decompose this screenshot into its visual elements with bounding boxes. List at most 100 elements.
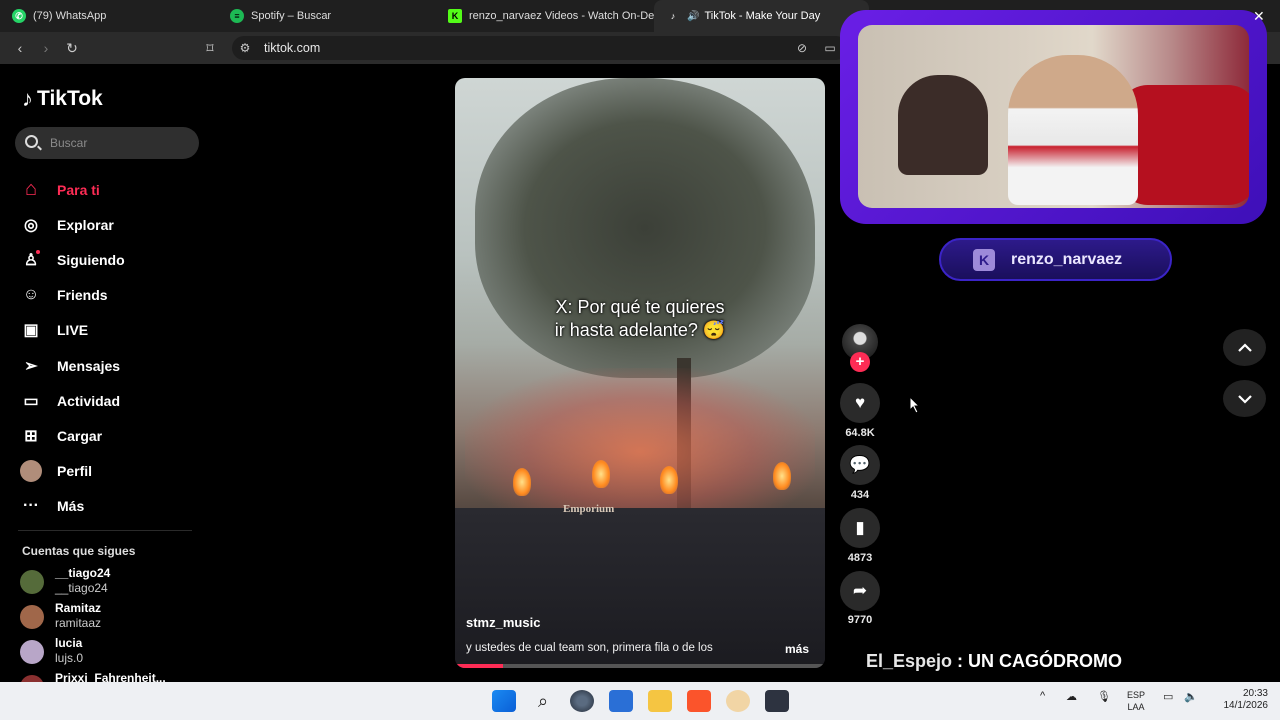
caption-line: ir hasta adelante? 😴: [554, 320, 726, 340]
bookmark-icon: ▮: [855, 518, 865, 537]
save-count: 4873: [847, 552, 873, 564]
store-icon[interactable]: [609, 690, 633, 712]
sidebar-divider: [18, 530, 192, 531]
windows-start-icon[interactable]: [492, 690, 516, 712]
tab-spotify[interactable]: ≡ Spotify – Buscar: [218, 0, 436, 32]
share-button[interactable]: ➦: [840, 571, 880, 611]
sidebar-item-label: Cargar: [57, 427, 103, 444]
following-account-item[interactable]: Ramitaz ramitaaz: [20, 601, 200, 633]
upload-icon: ⊞: [24, 427, 38, 445]
sidebar-item-actividad[interactable]: ▭ Actividad: [20, 383, 200, 418]
back-icon[interactable]: ‹: [10, 38, 30, 58]
chat-username: El_Espejo: [866, 651, 953, 671]
follow-button[interactable]: +: [850, 352, 870, 372]
messages-icon: ➢: [24, 357, 38, 375]
previous-video-button[interactable]: [1223, 329, 1266, 366]
sidebar-item-perfil[interactable]: Perfil: [20, 454, 200, 489]
following-account-item[interactable]: Prixxi_Fahrenheit...: [20, 671, 200, 682]
following-account-item[interactable]: __tiago24 __tiago24: [20, 566, 200, 598]
url-field[interactable]: [232, 36, 848, 60]
activity-icon: ▭: [23, 392, 39, 410]
heart-icon: ♥: [854, 393, 866, 412]
chevron-up-icon[interactable]: ^: [1040, 690, 1045, 702]
forward-icon[interactable]: ›: [36, 38, 56, 58]
chevron-up-icon: [1237, 342, 1252, 352]
obs-icon[interactable]: [765, 690, 789, 712]
video-player[interactable]: Emporium X: Por qué te quieres ir hasta …: [455, 78, 825, 668]
site-settings-icon[interactable]: ⚙: [235, 38, 255, 58]
app-icon[interactable]: [726, 690, 750, 712]
sidebar-item-cargar[interactable]: ⊞ Cargar: [20, 418, 200, 453]
tiktok-logo[interactable]: ♪ TikTok: [22, 86, 103, 112]
stage-sign: Emporium: [563, 503, 615, 515]
following-account-item[interactable]: lucia lujs.0: [20, 636, 200, 668]
lang-line: ESP: [1127, 690, 1146, 700]
sidebar-item-friends[interactable]: ☺ Friends: [20, 278, 200, 313]
search-input[interactable]: Buscar: [15, 127, 199, 159]
account-name: Ramitaz: [55, 601, 102, 615]
video-caption-overlay: X: Por qué te quieres ir hasta adelante?…: [455, 296, 825, 342]
notification-dot: [36, 249, 40, 254]
more-button[interactable]: más: [785, 642, 809, 656]
tab-label: Spotify – Buscar: [251, 10, 332, 22]
save-button[interactable]: ▮: [840, 508, 880, 548]
close-icon[interactable]: ✕: [1253, 8, 1265, 25]
settings-gear-icon[interactable]: [570, 690, 594, 712]
sidebar-item-mas[interactable]: ··· Más: [20, 489, 200, 524]
account-handle: __tiago24: [55, 581, 108, 595]
search-icon[interactable]: ⌕: [531, 690, 555, 712]
video-progress-fill: [455, 664, 504, 668]
home-icon: ⌂: [24, 178, 38, 201]
system-clock[interactable]: 20:33 14/1/2026: [1208, 688, 1269, 712]
like-count: 64.8K: [845, 427, 875, 439]
flame-shape: [592, 460, 610, 488]
microphone-icon[interactable]: 🎙: [1097, 690, 1111, 703]
sidebar-item-label: Para ti: [57, 181, 100, 198]
onedrive-icon[interactable]: ☁: [1066, 690, 1077, 703]
like-button[interactable]: ♥: [840, 383, 880, 423]
sidebar-item-label: Perfil: [57, 463, 93, 480]
folder-icon[interactable]: [648, 690, 672, 712]
spotify-icon: ≡: [230, 9, 244, 23]
video-description: y ustedes de cual team son, primera fila…: [466, 642, 713, 654]
flame-shape: [660, 466, 678, 494]
windows-taskbar: ⌕ ^ ☁ 🎙 ESP LAA ▭ 🔈 20:33 14/1/2026: [0, 682, 1280, 720]
tab-tiktok[interactable]: ♪ 🔊 TikTok - Make Your Day: [654, 0, 869, 32]
account-name: __tiago24: [55, 566, 111, 580]
next-video-button[interactable]: [1223, 380, 1266, 417]
more-icon: ···: [23, 497, 39, 515]
sidebar-item-siguiendo[interactable]: ♙ Siguiendo: [20, 242, 200, 277]
video-progress-bar[interactable]: [455, 664, 825, 668]
sidebar-item-label: Siguiendo: [57, 251, 125, 268]
tiktok-note-icon: ♪: [22, 86, 33, 111]
avatar: [20, 675, 44, 682]
webcam-person-shape: [1008, 55, 1138, 205]
profile-avatar-icon: [20, 460, 42, 483]
sidebar-item-explorar[interactable]: ◎ Explorar: [20, 207, 200, 242]
share-count: 9770: [847, 614, 873, 626]
streamer-name: renzo_narvaez: [1011, 250, 1123, 268]
tab-kick[interactable]: K renzo_narvaez Videos - Watch On-De: [436, 0, 654, 32]
no-camera-icon[interactable]: ⊘: [792, 38, 812, 58]
tab-whatsapp[interactable]: ✆ (79) WhatsApp: [0, 0, 218, 32]
brave-icon[interactable]: [687, 690, 711, 712]
volume-icon[interactable]: 🔈: [1184, 690, 1198, 703]
compass-icon: ◎: [24, 216, 38, 234]
mouse-cursor-icon: [909, 396, 921, 414]
comment-button[interactable]: 💬: [840, 445, 880, 485]
chevron-down-icon: [1237, 394, 1252, 404]
chat-text: : UN CAGÓDROMO: [952, 651, 1123, 671]
flame-shape: [773, 462, 791, 490]
sidebar-item-para-ti[interactable]: ⌂ Para ti: [20, 172, 200, 207]
sidebar-item-live[interactable]: ▣ LIVE: [20, 313, 200, 348]
url-text[interactable]: tiktok.com: [264, 41, 320, 55]
reload-icon[interactable]: ↻: [62, 38, 82, 58]
video-author[interactable]: stmz_music: [466, 615, 540, 630]
bookmark-icon[interactable]: ⌑: [200, 38, 220, 58]
network-icon[interactable]: ▭: [1163, 690, 1173, 703]
lang-line: LAA: [1127, 702, 1145, 712]
language-indicator[interactable]: ESP LAA: [1127, 689, 1145, 713]
cast-icon[interactable]: ▭: [820, 38, 840, 58]
search-placeholder: Buscar: [50, 136, 88, 150]
sidebar-item-mensajes[interactable]: ➢ Mensajes: [20, 348, 200, 383]
